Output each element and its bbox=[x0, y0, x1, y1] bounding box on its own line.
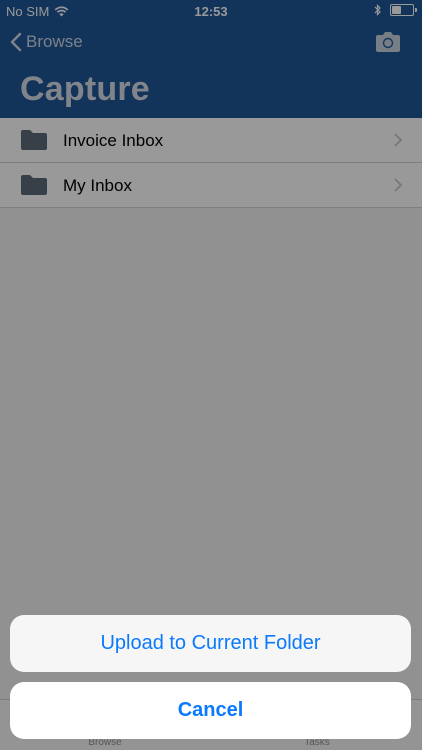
action-sheet: Upload to Current Folder bbox=[10, 615, 411, 672]
cancel-button[interactable]: Cancel bbox=[10, 682, 411, 739]
action-sheet-cancel: Cancel bbox=[10, 682, 411, 739]
upload-to-current-folder-button[interactable]: Upload to Current Folder bbox=[10, 615, 411, 672]
